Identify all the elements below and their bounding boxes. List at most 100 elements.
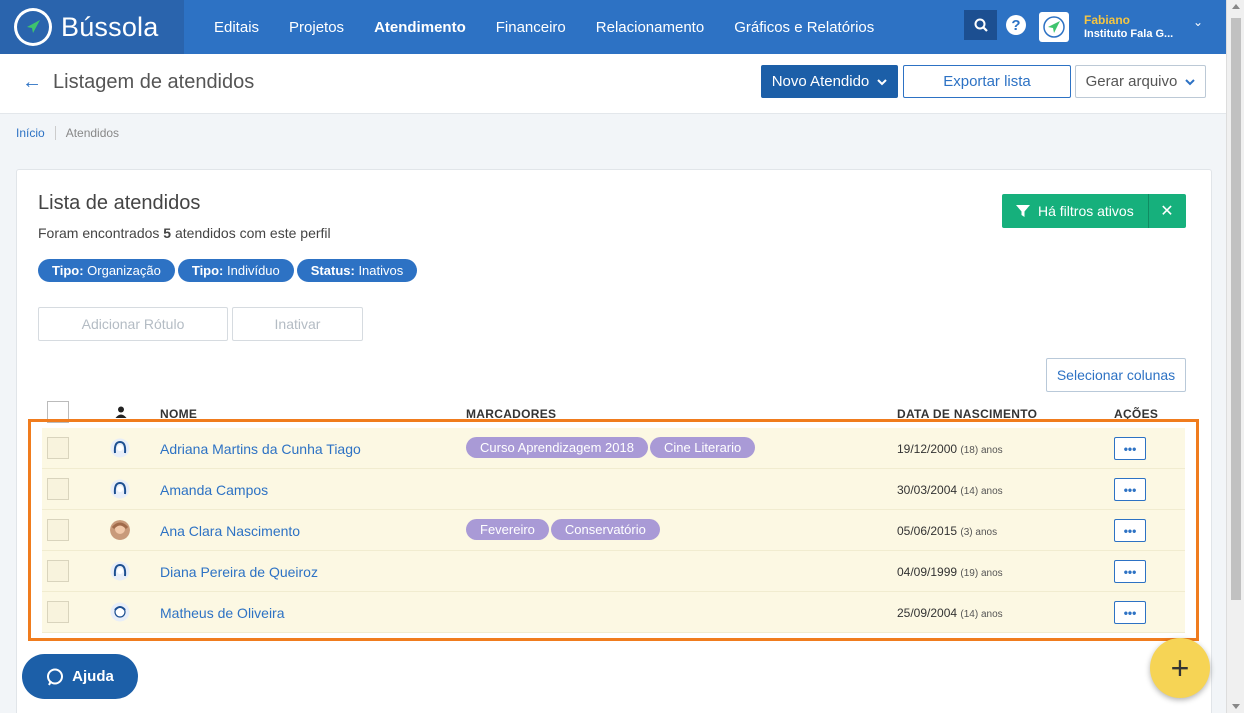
brand[interactable]: Bússola — [0, 0, 184, 54]
attendee-name-link[interactable]: Amanda Campos — [160, 482, 268, 498]
nav-item-editais[interactable]: Editais — [199, 19, 274, 36]
age-value: (3) anos — [960, 527, 998, 538]
row-actions-button[interactable]: ••• — [1114, 437, 1146, 460]
filter-chip[interactable]: Tipo: Indivíduo — [177, 259, 294, 282]
avatar-photo — [110, 520, 130, 540]
person-icon — [115, 406, 127, 418]
clear-filters-icon[interactable]: ✕ — [1149, 201, 1185, 221]
scroll-down-icon[interactable] — [1232, 704, 1240, 709]
header-name[interactable]: NOME — [160, 407, 197, 421]
filter-icon — [1016, 205, 1030, 217]
scroll-up-icon[interactable] — [1232, 4, 1240, 9]
user-menu[interactable]: Fabiano Instituto Fala G... — [1084, 13, 1173, 41]
row-checkbox[interactable] — [47, 478, 69, 500]
filter-chip[interactable]: Status: Inativos — [296, 259, 418, 282]
chevron-down-icon[interactable]: ⌄ — [1193, 15, 1203, 29]
table-row[interactable]: Diana Pereira de Queiroz 04/09/1999 (19)… — [42, 551, 1185, 592]
row-checkbox[interactable] — [47, 560, 69, 582]
attendee-name-link[interactable]: Ana Clara Nascimento — [160, 523, 300, 539]
breadcrumb: Início Atendidos — [16, 126, 119, 140]
row-checkbox[interactable] — [47, 519, 69, 541]
new-attendee-button[interactable]: Novo Atendido — [761, 65, 898, 98]
tag-badge[interactable]: Cine Literario — [649, 437, 756, 458]
attendee-name-link[interactable]: Diana Pereira de Queiroz — [160, 564, 318, 580]
scrollbar[interactable] — [1226, 0, 1244, 713]
active-filters-button[interactable]: Há filtros ativos ✕ — [1002, 194, 1186, 228]
nav-item-financeiro[interactable]: Financeiro — [481, 19, 581, 36]
date-value: 04/09/1999 — [897, 565, 958, 579]
tag-badge[interactable]: Curso Aprendizagem 2018 — [466, 437, 648, 458]
result-summary: Foram encontrados 5 atendidos com este p… — [38, 225, 331, 241]
row-actions-button[interactable]: ••• — [1114, 560, 1146, 583]
chip-value: Organização — [83, 263, 161, 278]
female-icon — [110, 479, 130, 499]
help-chat-button[interactable]: Ajuda — [22, 654, 138, 699]
top-navbar: Bússola Editais Projetos Atendimento Fin… — [0, 0, 1226, 54]
tag-badge[interactable]: Fevereiro — [466, 519, 549, 540]
help-label: Ajuda — [72, 668, 114, 685]
nav-item-relacionamento[interactable]: Relacionamento — [581, 19, 719, 36]
page-title: Listagem de atendidos — [53, 71, 255, 93]
filter-chip[interactable]: Tipo: Organização — [38, 259, 175, 282]
help-icon[interactable]: ? — [1006, 15, 1026, 35]
header-markers: MARCADORES — [466, 407, 557, 421]
breadcrumb-home[interactable]: Início — [16, 126, 56, 140]
select-columns-button[interactable]: Selecionar colunas — [1046, 358, 1186, 392]
generate-file-button[interactable]: Gerar arquivo — [1075, 65, 1206, 98]
nav-item-projetos[interactable]: Projetos — [274, 19, 359, 36]
date-value: 05/06/2015 — [897, 524, 958, 538]
compass-logo-icon — [14, 8, 52, 46]
add-fab-button[interactable]: + — [1150, 638, 1210, 698]
brand-name: Bússola — [61, 11, 159, 42]
row-checkbox[interactable] — [47, 601, 69, 623]
scrollbar-thumb[interactable] — [1231, 18, 1241, 600]
search-button[interactable] — [964, 10, 997, 40]
chip-key: Status: — [310, 263, 355, 278]
row-actions-button[interactable]: ••• — [1114, 478, 1146, 501]
birth-date: 19/12/2000 (18) anos — [897, 442, 1003, 456]
row-checkbox[interactable] — [47, 437, 69, 459]
active-filters-label: Há filtros ativos — [1038, 203, 1134, 219]
date-value: 25/09/2004 — [897, 606, 958, 620]
table-row[interactable]: Amanda Campos 30/03/2004 (14) anos ••• — [42, 469, 1185, 510]
table-header: NOME MARCADORES DATA DE NASCIMENTO AÇÕES — [42, 401, 1185, 425]
age-value: (18) anos — [960, 445, 1003, 456]
generate-file-label: Gerar arquivo — [1085, 73, 1178, 90]
table-row[interactable]: Ana Clara Nascimento Fevereiro Conservat… — [42, 510, 1185, 551]
attendee-name-link[interactable]: Adriana Martins da Cunha Tiago — [160, 441, 361, 457]
chip-value: Inativos — [354, 263, 404, 278]
tag-list: Curso Aprendizagem 2018 Cine Literario — [466, 437, 756, 458]
org-avatar[interactable] — [1039, 12, 1069, 42]
chevron-down-icon — [1185, 78, 1196, 85]
row-actions-button[interactable]: ••• — [1114, 601, 1146, 624]
table-row[interactable]: Matheus de Oliveira 25/09/2004 (14) anos… — [42, 592, 1185, 633]
female-icon — [110, 438, 130, 458]
inactivate-button[interactable]: Inativar — [232, 307, 363, 341]
tag-badge[interactable]: Conservatório — [550, 519, 660, 540]
export-list-button[interactable]: Exportar lista — [903, 65, 1071, 98]
male-icon — [110, 602, 130, 622]
new-attendee-label: Novo Atendido — [771, 73, 870, 90]
attendees-table-body: Adriana Martins da Cunha Tiago Curso Apr… — [42, 428, 1185, 633]
birth-date: 30/03/2004 (14) anos — [897, 483, 1003, 497]
header-actions: AÇÕES — [1114, 407, 1159, 421]
user-org: Instituto Fala G... — [1084, 28, 1174, 40]
add-label-button[interactable]: Adicionar Rótulo — [38, 307, 228, 341]
search-icon — [974, 18, 988, 32]
main-nav: Editais Projetos Atendimento Financeiro … — [199, 0, 889, 54]
select-all-checkbox[interactable] — [47, 401, 69, 423]
row-actions-button[interactable]: ••• — [1114, 519, 1146, 542]
table-row[interactable]: Adriana Martins da Cunha Tiago Curso Apr… — [42, 428, 1185, 469]
header-birth[interactable]: DATA DE NASCIMENTO — [897, 407, 1037, 421]
nav-item-atendimento[interactable]: Atendimento — [359, 19, 481, 36]
chip-key: Tipo: — [52, 263, 84, 278]
user-name: Fabiano — [1084, 13, 1131, 27]
date-value: 30/03/2004 — [897, 483, 958, 497]
back-arrow-icon[interactable]: ← — [22, 71, 42, 94]
tag-list: Fevereiro Conservatório — [466, 519, 660, 540]
age-value: (14) anos — [960, 486, 1003, 497]
date-value: 19/12/2000 — [897, 442, 958, 456]
attendee-name-link[interactable]: Matheus de Oliveira — [160, 605, 285, 621]
nav-item-graficos[interactable]: Gráficos e Relatórios — [719, 19, 889, 36]
plus-icon: + — [1170, 649, 1190, 686]
